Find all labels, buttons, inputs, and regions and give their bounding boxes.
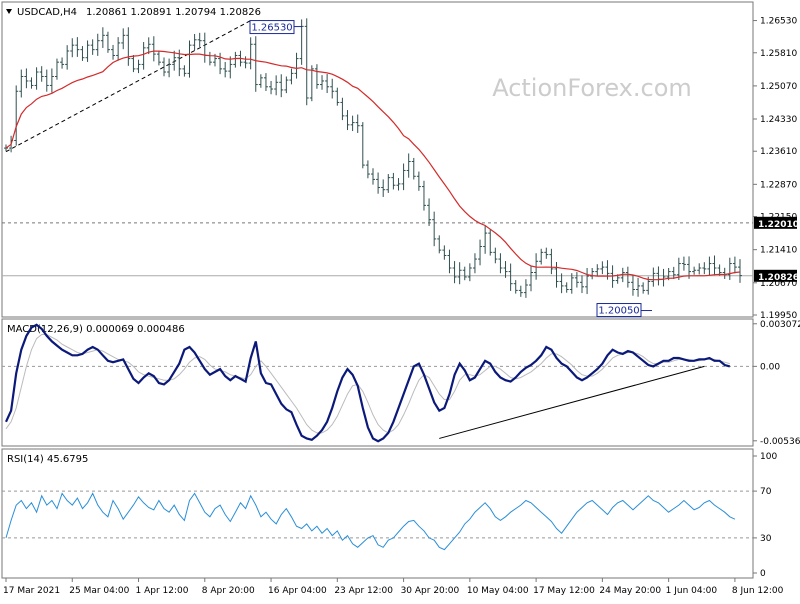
- x-tick-label: 8 Jun 12:00: [732, 586, 784, 596]
- macd-ytick-label: -0.005369: [760, 437, 800, 447]
- price-layer: 1.26530 1.20050: [2, 18, 753, 318]
- macd-panel-frame: [1, 318, 754, 447]
- rsi-ytick-label: 100: [760, 452, 777, 462]
- rsi-ytick-label: 0: [760, 569, 766, 579]
- price-annotation-label: 1.26530: [251, 23, 292, 34]
- macd-ytick-label: 0.003072: [760, 320, 800, 330]
- rsi-layer: [2, 490, 753, 551]
- x-tick-label: 1 Apr 12:00: [136, 586, 189, 596]
- price-annotation: 1.26530: [249, 20, 302, 35]
- last-price-tag: 1.20826: [758, 273, 799, 283]
- header-triangle-icon: [6, 9, 12, 14]
- x-tick-label: 30 Apr 20:00: [401, 586, 460, 596]
- price-annotation: 1.20050: [596, 303, 652, 318]
- price-annotation-label: 1.20050: [598, 306, 639, 317]
- price-ytick-label: 1.22870: [760, 180, 797, 190]
- macd-line: [5, 323, 731, 443]
- x-tick-label: 16 Apr 04:00: [268, 586, 327, 596]
- x-tick-label: 8 Apr 20:00: [202, 586, 255, 596]
- rsi-panel-frame: [1, 448, 754, 579]
- macd-layer: [2, 323, 753, 443]
- macd-ytick-label: 0.00: [760, 362, 780, 372]
- forex-chart: ActionForex.com USDCAD,H4 1.20861 1.2089…: [1, 1, 800, 596]
- axis-layer: 1.26530 1.25810 1.25070 1.24330 1.23610 1.228…: [3, 17, 800, 596]
- price-ytick-label: 1.26530: [760, 17, 797, 27]
- rsi-ytick-label: 30: [760, 534, 772, 544]
- x-tick-label: 17 Mar 2021: [3, 586, 60, 596]
- price-ytick-label: 1.25070: [760, 82, 797, 92]
- rsi-ytick-label: 70: [760, 487, 772, 497]
- x-tick-label: 23 Apr 12:00: [334, 586, 393, 596]
- x-tick-label: 10 May 04:00: [467, 586, 529, 596]
- chart-root: ActionForex.com USDCAD,H4 1.20861 1.2089…: [0, 0, 800, 600]
- x-tick-label: 24 May 20:00: [599, 586, 661, 596]
- price-header-ohlc: 1.20861 1.20891 1.20794 1.20826: [86, 7, 261, 18]
- x-tick-label: 1 Jun 04:00: [666, 586, 718, 596]
- watermark: ActionForex.com: [492, 74, 692, 102]
- price-panel-frame: [1, 1, 754, 318]
- price-header-symbol: USDCAD,H4: [17, 7, 77, 18]
- price-ytick-label: 1.23610: [760, 147, 797, 157]
- x-tick-label: 25 Mar 04:00: [69, 586, 129, 596]
- macd-signal-line: [5, 334, 730, 434]
- price-ytick-label: 1.24330: [760, 115, 797, 125]
- macd-trendline: [439, 365, 705, 439]
- price-ytick-label: 1.21410: [760, 246, 797, 256]
- rsi-title: RSI(14) 45.6795: [7, 454, 88, 465]
- level-price-tag: 1.22010: [758, 220, 799, 230]
- x-tick-label: 17 May 12:00: [533, 586, 595, 596]
- price-ytick-label: 1.25810: [760, 49, 797, 59]
- rsi-line: [5, 492, 736, 551]
